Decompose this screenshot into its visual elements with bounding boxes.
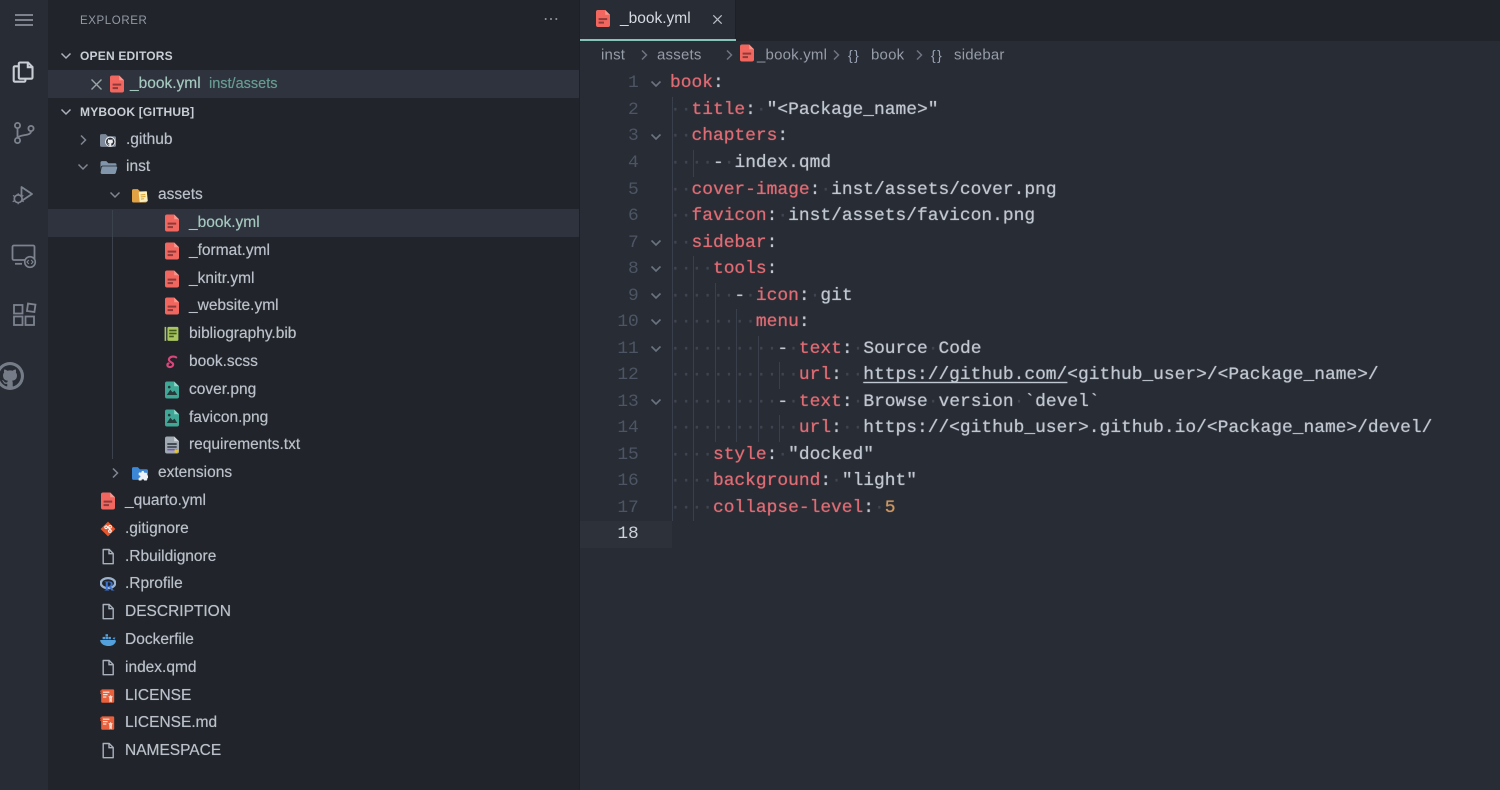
svg-text:R: R bbox=[104, 579, 114, 592]
